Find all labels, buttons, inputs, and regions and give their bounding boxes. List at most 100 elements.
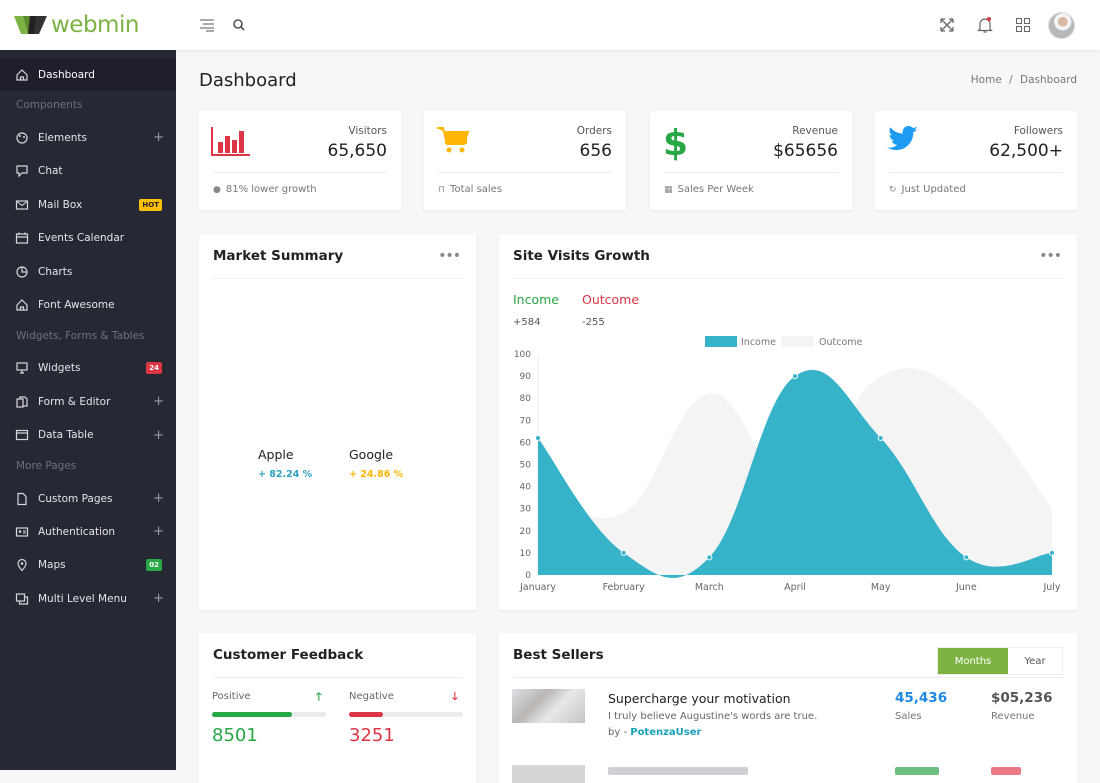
sidebar-item-events-calendar[interactable]: Events Calendar [0, 222, 176, 255]
sidebar-badge: HOT [139, 198, 162, 211]
sidebar-item-chat[interactable]: Chat [0, 155, 176, 188]
sidebar-item-charts[interactable]: Charts [0, 255, 176, 288]
card-title: Best Sellers [513, 647, 604, 663]
negative-label: Negative [349, 691, 394, 702]
y-tick-label: 90 [520, 372, 532, 382]
list-item[interactable]: Supercharge your motivation I truly beli… [499, 685, 1077, 751]
expand-plus-icon[interactable]: + [153, 428, 164, 443]
customer-feedback-card: Customer Feedback Positive 🡑 8501 Negati… [199, 633, 476, 783]
logo-icon [14, 16, 47, 34]
sidebar-item-label: Multi Level Menu [38, 592, 127, 605]
sidebar-section-header: Widgets, Forms & Tables [16, 329, 145, 342]
stat-value: $65656 [773, 141, 838, 161]
page-title: Dashboard [199, 70, 297, 91]
expand-plus-icon[interactable]: + [153, 591, 164, 606]
divider [664, 172, 838, 173]
positive-label: Positive [212, 691, 251, 702]
stat-label: Orders [576, 125, 612, 137]
y-tick-label: 100 [514, 350, 531, 360]
product-thumbnail [512, 689, 585, 723]
sidebar-item-multi-level-menu[interactable]: Multi Level Menu + [0, 582, 176, 615]
app-name: webmin [51, 12, 139, 38]
market-item-google: Google + 24.86 % [349, 447, 403, 480]
product-description: I truly believe Augustine's words are tr… [608, 711, 818, 722]
expand-plus-icon[interactable]: + [153, 491, 164, 506]
stat-value: 656 [579, 141, 612, 161]
sidebar-badge: 02 [146, 559, 162, 572]
stat-label: Visitors [348, 125, 387, 137]
more-options-icon[interactable]: ••• [438, 248, 461, 264]
stat-footer-text: Total sales [450, 184, 503, 195]
y-tick-label: 60 [520, 438, 532, 448]
y-tick-label: 80 [520, 394, 532, 404]
revenue-value: $05,236 [991, 690, 1053, 706]
stat-footer: ● 81% lower growth [213, 184, 317, 195]
divider [513, 677, 1063, 678]
market-name: Apple [258, 447, 294, 462]
sidebar-item-label: Chat [38, 165, 63, 178]
tab-months[interactable]: Months [938, 648, 1008, 674]
expand-plus-icon[interactable]: + [153, 394, 164, 409]
divider [889, 172, 1063, 173]
palette-icon [15, 131, 29, 145]
sidebar-item-mail-box[interactable]: Mail Box HOT [0, 188, 176, 221]
apps-grid-icon[interactable] [1013, 15, 1033, 35]
list-item[interactable] [499, 763, 1077, 783]
stat-card-revenue: $ Revenue $65656 ▦ Sales Per Week [650, 111, 852, 210]
user-avatar[interactable] [1048, 12, 1075, 39]
y-tick-label: 70 [520, 416, 532, 426]
breadcrumb-separator: / [1009, 74, 1013, 86]
sidebar-item-form-editor[interactable]: Form & Editor + [0, 385, 176, 418]
income-point [535, 434, 541, 441]
sidebar-item-label: Form & Editor [38, 395, 111, 408]
sidebar-item-label: Events Calendar [38, 232, 125, 245]
sidebar-item-label: Data Table [38, 429, 94, 442]
product-byline: by - PotenzaUser [608, 727, 701, 738]
sidebar-item-dashboard[interactable]: Dashboard [0, 58, 176, 91]
menu-icon[interactable] [197, 15, 217, 35]
revenue-value [991, 767, 1021, 775]
cart-icon [436, 125, 470, 159]
fullscreen-icon[interactable] [937, 15, 957, 35]
y-tick-label: 20 [520, 527, 532, 537]
sidebar-item-authentication[interactable]: Authentication + [0, 515, 176, 548]
sidebar-item-data-table[interactable]: Data Table + [0, 419, 176, 452]
bookmark-icon: ⊓ [438, 184, 446, 195]
tab-year[interactable]: Year [1008, 648, 1062, 674]
search-icon[interactable] [229, 15, 249, 35]
logo[interactable]: webmin [14, 12, 139, 38]
x-tick-label: April [784, 582, 806, 593]
stat-footer-text: Just Updated [901, 184, 966, 195]
sidebar-item-custom-pages[interactable]: Custom Pages + [0, 482, 176, 515]
stat-card-orders: Orders 656 ⊓ Total sales [424, 111, 626, 210]
arrow-up-icon: 🡑 [316, 690, 322, 703]
expand-plus-icon[interactable]: + [153, 524, 164, 539]
home-icon [15, 298, 29, 312]
table-icon [15, 428, 29, 442]
y-tick-label: 0 [525, 571, 531, 581]
sidebar-item-label: Custom Pages [38, 492, 113, 505]
x-tick-label: July [1042, 582, 1060, 593]
sidebar-item-font-awesome[interactable]: Font Awesome [0, 288, 176, 321]
stat-footer: ⊓ Total sales [438, 184, 502, 195]
breadcrumb-home[interactable]: Home [971, 74, 1002, 86]
x-tick-label: February [603, 582, 645, 593]
copy-icon [15, 395, 29, 409]
calendar-icon [15, 231, 29, 245]
sidebar-item-maps[interactable]: Maps 02 [0, 549, 176, 582]
stat-card-followers: Followers 62,500+ ↻ Just Updated [875, 111, 1077, 210]
stat-footer-text: 81% lower growth [225, 184, 317, 195]
breadcrumb: Home / Dashboard [971, 74, 1077, 86]
sidebar-item-widgets[interactable]: Widgets 24 [0, 352, 176, 385]
market-name: Google [349, 447, 394, 462]
sidebar-item-label: Authentication [38, 525, 116, 538]
bar-chart-icon [211, 125, 251, 161]
expand-plus-icon[interactable]: + [153, 130, 164, 145]
svg-text:$: $ [663, 125, 686, 161]
card-title: Customer Feedback [213, 647, 364, 663]
sidebar-item-label: Elements [38, 131, 87, 144]
notifications-bell-icon[interactable] [975, 15, 995, 35]
author-link[interactable]: PotenzaUser [630, 727, 701, 738]
dollar-icon: $ [662, 123, 688, 165]
sidebar-item-elements[interactable]: Elements + [0, 121, 176, 154]
